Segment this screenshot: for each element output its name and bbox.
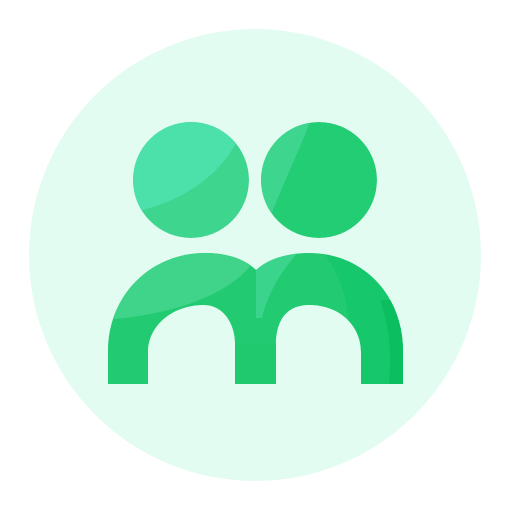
icon-canvas [0, 0, 512, 512]
people-group-icon [29, 29, 481, 481]
left-head [133, 122, 249, 238]
right-head [261, 122, 377, 238]
background-circle [29, 29, 481, 481]
